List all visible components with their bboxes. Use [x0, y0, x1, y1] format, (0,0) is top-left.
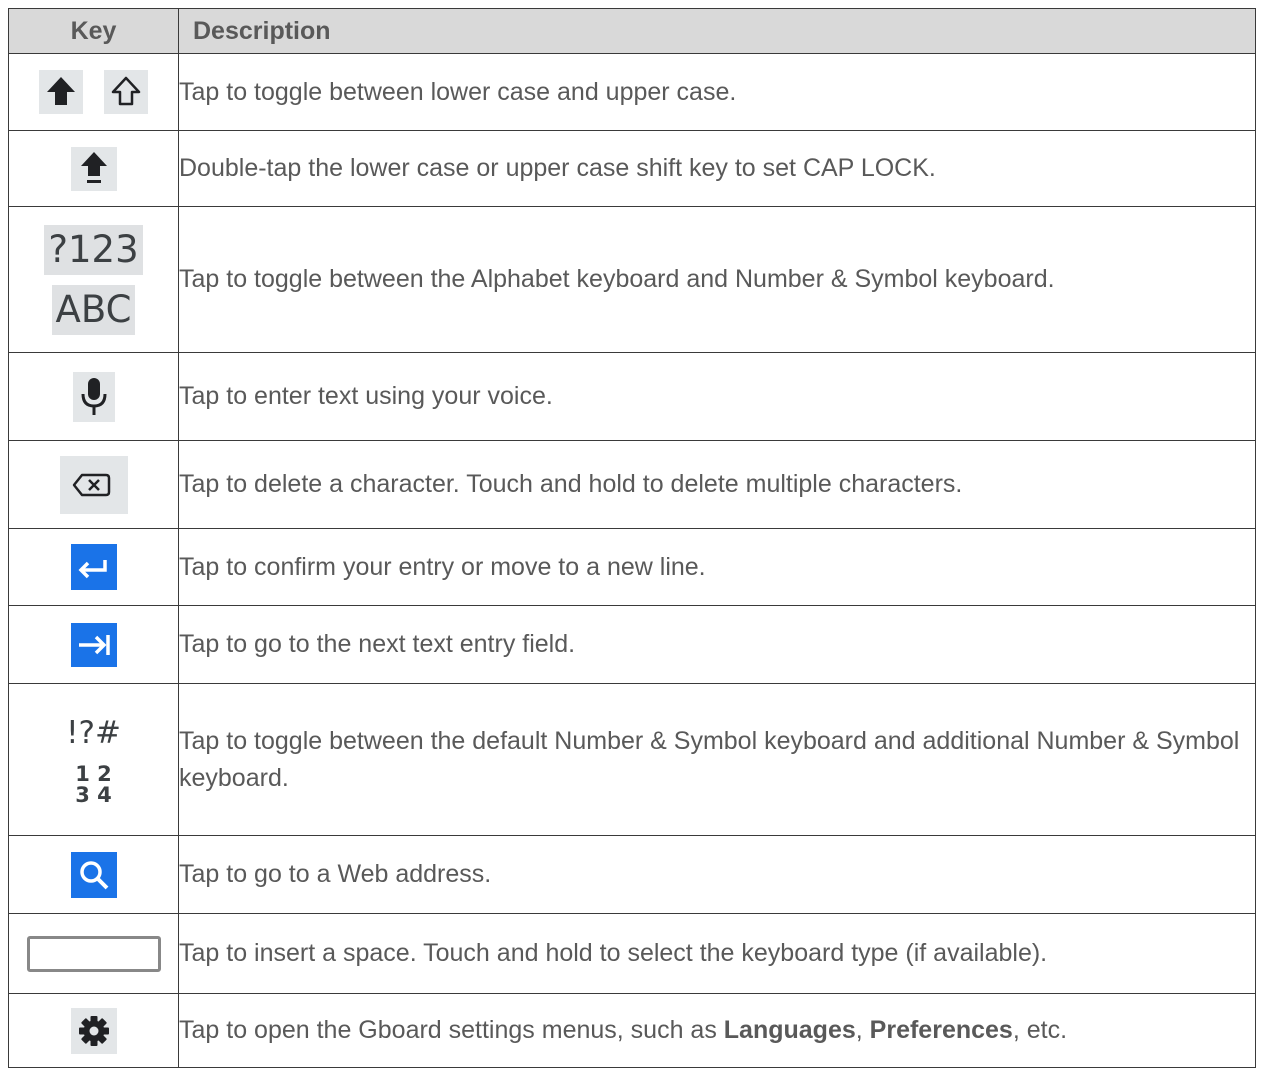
description-cell: Tap to toggle between lower case and upp… — [178, 53, 1256, 131]
table-header-row: Key Description — [8, 8, 1256, 54]
numbers-key-bottom: 3 4 — [75, 782, 112, 807]
description-cell: Tap to toggle between the Alphabet keybo… — [178, 206, 1256, 353]
description-cell: Tap to confirm your entry or move to a n… — [178, 528, 1256, 606]
shift-filled-icon — [39, 70, 84, 114]
key-cell: ?123 ABC — [8, 206, 179, 353]
enter-icon — [70, 544, 117, 590]
symbols-key: ?123 — [44, 224, 143, 275]
preferences-label: Preferences — [869, 1016, 1013, 1044]
caps-lock-icon — [70, 146, 117, 191]
table-row: Double-tap the lower case or upper case … — [8, 130, 1256, 207]
key-cell — [8, 528, 179, 606]
microphone-icon — [72, 371, 115, 422]
key-cell: !?# 1 2 3 4 — [8, 683, 179, 836]
key-cell — [8, 835, 179, 914]
shift-outline-icon — [103, 70, 148, 114]
description-cell: Tap to toggle between the default Number… — [178, 683, 1256, 836]
table-row: Tap to enter text using your voice. — [8, 352, 1256, 441]
description-cell: Double-tap the lower case or upper case … — [178, 130, 1256, 207]
description-separator: , — [855, 1016, 870, 1044]
description-cell: Tap to open the Gboard settings menus, s… — [178, 993, 1256, 1068]
header-description: Description — [178, 8, 1256, 54]
table-row: Tap to go to the next text entry field. — [8, 605, 1256, 684]
table-row: Tap to go to a Web address. — [8, 835, 1256, 914]
description-cell: Tap to enter text using your voice. — [178, 352, 1256, 441]
description-text: Tap to open the Gboard settings menus, s… — [179, 1016, 724, 1044]
description-cell: Tap to go to the next text entry field. — [178, 605, 1256, 684]
key-cell — [8, 605, 179, 684]
table-row: Tap to confirm your entry or move to a n… — [8, 528, 1256, 606]
key-cell — [8, 913, 179, 994]
numbers-key-top: 1 2 — [75, 761, 112, 786]
table-row: !?# 1 2 3 4 Tap to toggle between the de… — [8, 683, 1256, 836]
table-row: Tap to insert a space. Touch and hold to… — [8, 913, 1256, 994]
more-symbols-key: !?# — [66, 714, 121, 751]
table-row: Tap to open the Gboard settings menus, s… — [8, 993, 1256, 1068]
gear-icon — [70, 1007, 117, 1054]
key-cell — [8, 993, 179, 1068]
description-cell: Tap to insert a space. Touch and hold to… — [178, 913, 1256, 994]
next-field-icon — [70, 622, 117, 667]
key-cell — [8, 352, 179, 441]
table-row: Tap to delete a character. Touch and hol… — [8, 440, 1256, 529]
description-cell: Tap to delete a character. Touch and hol… — [178, 440, 1256, 529]
table-row: Tap to toggle between lower case and upp… — [8, 53, 1256, 131]
keyboard-keys-table: Key Description Tap to toggle between lo… — [8, 8, 1256, 1068]
header-key: Key — [8, 8, 179, 54]
alphabet-key: ABC — [51, 284, 136, 335]
table-row: ?123 ABC Tap to toggle between the Alpha… — [8, 206, 1256, 353]
space-bar-icon — [26, 935, 161, 972]
description-suffix: , etc. — [1012, 1016, 1068, 1044]
key-cell — [8, 53, 179, 131]
backspace-icon — [59, 455, 128, 514]
key-cell — [8, 130, 179, 207]
description-cell: Tap to go to a Web address. — [178, 835, 1256, 914]
search-icon — [70, 851, 117, 898]
languages-label: Languages — [723, 1016, 856, 1044]
key-cell — [8, 440, 179, 529]
